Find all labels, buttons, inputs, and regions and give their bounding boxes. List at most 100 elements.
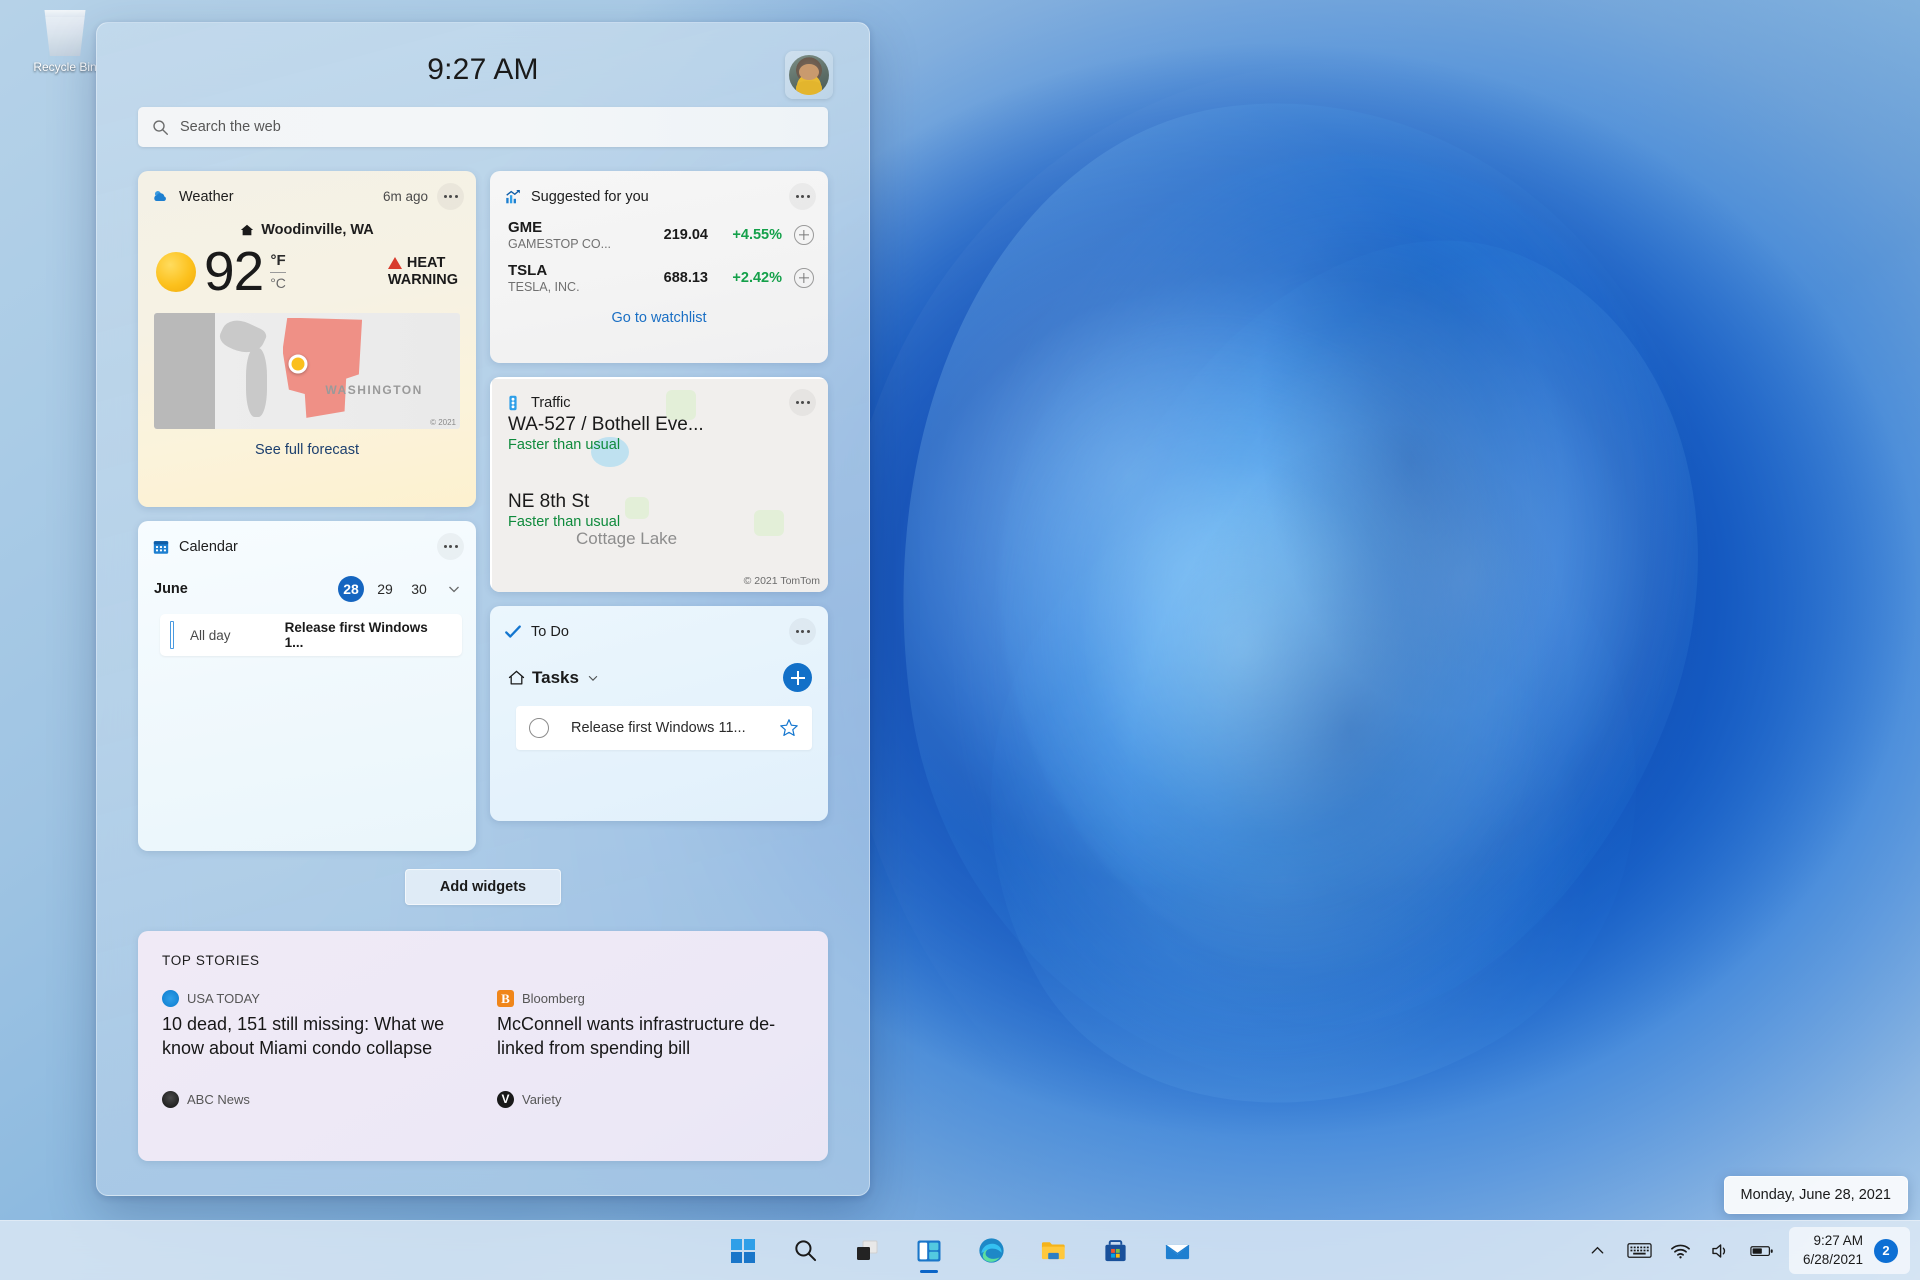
go-to-watchlist-link[interactable]: Go to watchlist	[490, 310, 828, 326]
traffic-place-label: Cottage Lake	[576, 529, 678, 548]
calendar-event-title: Release first Windows 1...	[284, 620, 428, 650]
wallpaper-bloom-3	[909, 231, 1631, 1049]
news-source-row[interactable]: ABC News	[162, 1090, 469, 1108]
add-task-icon[interactable]	[783, 663, 812, 692]
news-article[interactable]: Bloomberg McConnell wants infrastructure…	[497, 990, 804, 1108]
weather-location-row: Woodinville, WA	[138, 222, 476, 238]
stock-ticker: GME	[508, 219, 543, 236]
wifi-button[interactable]	[1663, 1228, 1699, 1274]
desktop-icon-label: Recycle Bin	[33, 60, 97, 74]
edge-button[interactable]	[968, 1228, 1014, 1274]
stock-price: 688.13	[663, 270, 708, 286]
calendar-event-color-bar	[170, 621, 174, 649]
widget-column-left: Weather 6m ago Woodinville, WA 92 °F °C …	[138, 171, 476, 851]
wifi-icon	[1671, 1244, 1691, 1258]
news-article[interactable]: USA TODAY 10 dead, 151 still missing: Wh…	[162, 990, 469, 1108]
widget-weather[interactable]: Weather 6m ago Woodinville, WA 92 °F °C …	[138, 171, 476, 507]
taskbar-buttons	[720, 1228, 1200, 1274]
wallpaper-bloom-2	[827, 72, 1793, 1168]
news-source-name: Bloomberg	[522, 991, 585, 1006]
taskbar: 9:27 AM 6/28/2021 2	[0, 1220, 1920, 1280]
calendar-header: Calendar	[138, 521, 476, 560]
search-input[interactable]	[180, 119, 814, 135]
search-icon	[794, 1240, 816, 1262]
search-bar[interactable]	[138, 107, 828, 147]
chevron-down-icon[interactable]	[446, 581, 462, 597]
weather-updated: 6m ago	[382, 189, 428, 204]
map-water-2	[245, 347, 268, 418]
calendar-icon	[153, 540, 169, 554]
start-button[interactable]	[720, 1228, 766, 1274]
tray-date: 6/28/2021	[1802, 1251, 1863, 1267]
widgets-button[interactable]	[906, 1228, 952, 1274]
notification-badge[interactable]: 2	[1874, 1238, 1898, 1263]
avatar[interactable]	[785, 51, 833, 99]
file-explorer-button[interactable]	[1030, 1228, 1076, 1274]
more-options-icon[interactable]	[437, 183, 464, 210]
calendar-day-28[interactable]: 28	[338, 576, 364, 602]
more-options-icon[interactable]	[789, 618, 816, 645]
show-hidden-icons-button[interactable]	[1580, 1228, 1616, 1274]
panel-clock: 9:27 AM	[427, 53, 539, 86]
touch-keyboard-button[interactable]	[1620, 1228, 1659, 1274]
recycle-bin-icon	[44, 10, 86, 56]
mail-button[interactable]	[1154, 1228, 1200, 1274]
plus-circle-icon[interactable]	[794, 225, 814, 245]
traffic-title: Traffic	[531, 394, 571, 411]
circle-unchecked-icon[interactable]	[529, 718, 549, 738]
desktop-icon-recycle-bin[interactable]: Recycle Bin	[28, 6, 102, 102]
show-hidden-icons-icon	[1592, 1246, 1604, 1254]
traffic-route-1-name: WA-527 / Bothell Eve...	[508, 414, 704, 435]
stocks-chart-icon	[506, 189, 520, 203]
traffic-header: Traffic	[490, 377, 828, 416]
star-outline-icon[interactable]	[779, 718, 799, 738]
todo-item[interactable]: Release first Windows 11...	[516, 706, 812, 750]
news-source-name: ABC News	[187, 1091, 250, 1107]
weather-map[interactable]: WASHINGTON © 2021	[154, 313, 460, 429]
search-icon	[153, 119, 168, 135]
widget-traffic[interactable]: Traffic WA-527 / Bothell Eve... Faster t…	[490, 377, 828, 592]
see-full-forecast-link[interactable]: See full forecast	[138, 442, 476, 458]
add-widgets-button[interactable]: Add widgets	[405, 869, 561, 905]
weather-alert-line2: WARNING	[387, 271, 458, 288]
stock-company: GAMESTOP CO...	[508, 237, 612, 251]
top-stories-grid: USA TODAY 10 dead, 151 still missing: Wh…	[162, 990, 804, 1108]
todo-item-text: Release first Windows 11...	[571, 720, 746, 736]
widgets-scroll-area[interactable]: 9:27 AM Search the web Weather 6m ago Wo…	[97, 23, 869, 1195]
weather-unit-divider	[270, 271, 286, 273]
more-options-icon[interactable]	[789, 389, 816, 416]
traffic-routes: WA-527 / Bothell Eve... Faster than usua…	[490, 414, 828, 530]
stocks-title: Suggested for you	[531, 188, 649, 205]
weather-unit-f: °F	[270, 252, 286, 270]
task-view-icon	[857, 1240, 878, 1260]
plus-circle-icon[interactable]	[794, 268, 814, 288]
more-options-icon[interactable]	[437, 533, 464, 560]
clock-tray[interactable]: 9:27 AM 6/28/2021 2	[1788, 1226, 1910, 1275]
search-button[interactable]	[782, 1228, 828, 1274]
widget-stocks[interactable]: Suggested for you GME GAMESTOP CO... 219…	[490, 171, 828, 363]
calendar-day-30[interactable]: 30	[406, 576, 432, 602]
widget-todo[interactable]: To Do Tasks Release first Windows 11...	[490, 606, 828, 821]
calendar-day-row: June 28 29 30	[138, 560, 476, 602]
folder-icon	[1041, 1242, 1065, 1260]
stock-row[interactable]: GME GAMESTOP CO... 219.04 +4.55%	[490, 210, 828, 253]
widget-calendar[interactable]: Calendar June 28 29 30 All day Release f…	[138, 521, 476, 851]
battery-button[interactable]	[1743, 1228, 1781, 1274]
traffic-route-1-status: Faster than usual	[508, 437, 621, 453]
more-options-icon[interactable]	[789, 183, 816, 210]
map-state-label: WASHINGTON	[325, 382, 423, 397]
calendar-day-29[interactable]: 29	[372, 576, 398, 602]
chevron-down-icon[interactable]	[586, 671, 600, 685]
touch-keyboard-icon	[1627, 1243, 1652, 1258]
news-source-row[interactable]: Variety	[497, 1090, 804, 1108]
stock-row[interactable]: TSLA TESLA, INC. 688.13 +2.42%	[490, 253, 828, 296]
weather-alert-line1: HEAT	[406, 254, 446, 271]
wallpaper-bloom-1	[728, 0, 1920, 1280]
wallpaper-petal-1	[834, 47, 1786, 1153]
microsoft-store-button[interactable]	[1092, 1228, 1138, 1274]
todo-list-row[interactable]: Tasks	[490, 645, 828, 692]
task-view-button[interactable]	[844, 1228, 890, 1274]
volume-button[interactable]	[1703, 1228, 1739, 1274]
calendar-event[interactable]: All day Release first Windows 1...	[160, 614, 462, 656]
clock-text: 9:27 AM 6/28/2021	[1803, 1232, 1863, 1269]
